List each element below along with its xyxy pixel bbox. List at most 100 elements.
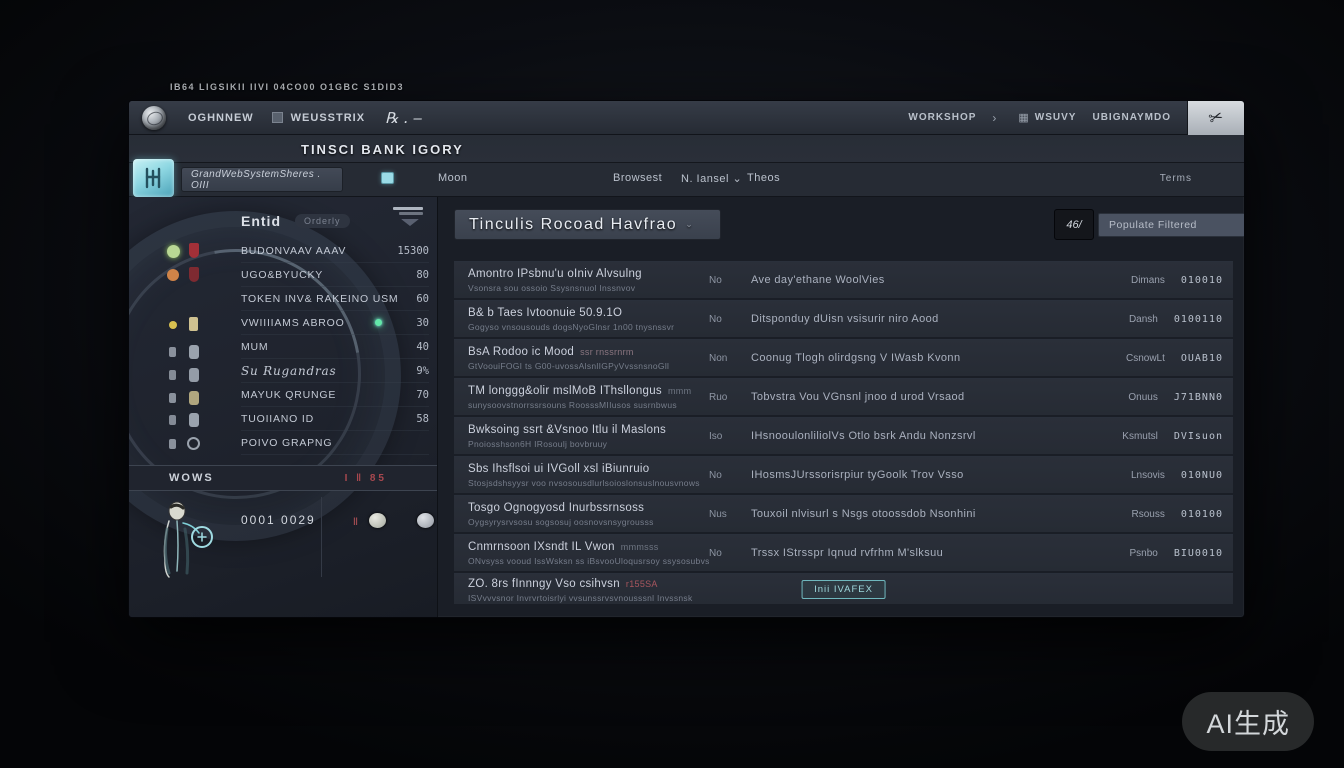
app-window: OGHNNEW WEUSSTRIX ℞ . ‒ WORKSHOP › ▦ WSU… — [128, 100, 1245, 618]
checkbox-icon[interactable] — [381, 172, 394, 184]
nav-item-moon[interactable]: Moon — [438, 172, 468, 184]
titlebar: OGHNNEW WEUSSTRIX ℞ . ‒ WORKSHOP › ▦ WSU… — [129, 101, 1244, 135]
sidebar-item-value: 15300 — [397, 245, 429, 257]
table-row[interactable]: Sbs Ihsflsoi ui IVGoll xsl iBiunruioStos… — [454, 456, 1233, 493]
row-tag: Non — [709, 353, 751, 364]
card-divider — [321, 497, 322, 577]
profile-card[interactable]: 0001 0029 ‖ — [129, 491, 437, 587]
row-id: 010NU0 — [1181, 470, 1223, 481]
section-label: WOWS — [169, 472, 214, 484]
table-row[interactable]: Cnmrnsoon IXsndt IL Vwonmmmsss ONvsyss vo… — [454, 534, 1233, 571]
row-id: 010010 — [1181, 275, 1223, 286]
row-subtitle: Gogyso vnsousouds dogsNyoGlnsr 1n00 tnys… — [468, 322, 709, 332]
row-tag: No — [709, 314, 751, 325]
nav-item-browse[interactable]: Browsest — [613, 172, 662, 184]
row-title: Tosgo Ognogyosd Inurbssrnsoss — [468, 502, 709, 514]
sidebar-item-7[interactable]: MAYUK QRUNGE 70 — [241, 383, 429, 407]
brand-logo-icon[interactable] — [133, 159, 174, 197]
main-content: Tinculis Rocoad Havfrao ⌄ 46/ CHEKS BALA… — [454, 197, 1233, 618]
menu-stack-icon[interactable] — [393, 205, 423, 226]
row-id: DVIsuon — [1174, 431, 1223, 442]
chevron-right-icon[interactable]: › — [992, 111, 996, 125]
square-icon — [272, 112, 283, 123]
row-description: Touxoil nlvisurl s Nsgs otoossdob Nsonhi… — [751, 508, 1028, 520]
menu-item-1[interactable]: OGHNNEW — [188, 112, 254, 124]
sidebar-item-4[interactable]: VWIIIIAMS ABROO 30 — [241, 311, 429, 335]
menu-item-2[interactable]: WEUSSTRIX — [291, 112, 365, 124]
row-description: Coonug Tlogh olirdgsng V IWasb Kvonn — [751, 352, 1028, 364]
row-status: Rsouss — [1132, 509, 1165, 520]
row-title: Cnmrnsoon IXsndt IL Vwonmmmsss — [468, 541, 709, 553]
row-status: Lnsovis — [1131, 470, 1165, 481]
sidebar-item-value: 58 — [416, 413, 429, 425]
sidebar-item-label: VWIIIIAMS ABROO — [241, 317, 375, 329]
app-globe-icon — [142, 106, 166, 130]
sidebar-item-8[interactable]: TUOIIANO ID 58 — [241, 407, 429, 431]
row-tag: Nus — [709, 509, 751, 520]
nav-bar: GrandWebSystemSheres . OIII Moon Browses… — [129, 163, 1244, 197]
table-row[interactable]: Tosgo Ognogyosd InurbssrnsossOygsyrysrvs… — [454, 495, 1233, 532]
row-tag: No — [709, 470, 751, 481]
online-dot-icon — [375, 319, 382, 326]
row-subtitle: sunysoovstnorrssrsouns RoosssMIIusos sus… — [468, 400, 709, 410]
upgrade-button[interactable]: UBIGNAYMDO — [1092, 112, 1171, 123]
row-subtitle: ISVvvvsnor Invrvrtoisrlyi vvsunssrvsvnou… — [468, 593, 709, 603]
table-row-last[interactable]: ZO. 8rs fInnngy Vso csihvsnr155SAISVvvvs… — [454, 573, 1233, 604]
table-row[interactable]: B& b Taes Ivtoonuie 50.9.1O Gogyso vnsous… — [454, 300, 1233, 337]
table-row[interactable]: Bwksoing ssrt &Vsnoo Itlu il MaslonsPnoi… — [454, 417, 1233, 454]
sidebar-item-9[interactable]: POIVO GRAPNG — [241, 431, 429, 455]
row-status: Dimans — [1131, 275, 1165, 286]
table-row[interactable]: TM longgg&olir mslMoB IThsllongusmmm suny… — [454, 378, 1233, 415]
sidebar-item-label: UGO&BYUCKY — [241, 269, 408, 281]
sidebar-item-label: TUOIIANO ID — [241, 413, 408, 425]
sidebar-list: BUDONVAAV AAAV15300 UGO&BYUCKY80 TOKEN I… — [241, 239, 429, 455]
row-title: BsA Rodoo ic Moodssr rnssrnrm — [468, 346, 709, 358]
red-mark-icon: ‖ — [353, 517, 358, 528]
sidebar-item-6[interactable]: Su Rugandras9% — [241, 359, 429, 383]
close-button[interactable]: ✂ — [1187, 101, 1244, 135]
row-id: OUAB10 — [1181, 353, 1223, 364]
load-more-button[interactable]: Inii IVAFEX — [801, 580, 886, 599]
row-tag: Ruo — [709, 392, 751, 403]
close-scissors-icon: ✂ — [1206, 106, 1226, 129]
table-row[interactable]: Amontro IPsbnu'u oIniv AlvsulngVsonsra s… — [454, 261, 1233, 298]
row-title: B& b Taes Ivtoonuie 50.9.1O — [468, 307, 709, 319]
subheader: TINSCI BANK IGORY — [129, 135, 1244, 163]
sidebar-item-value: 40 — [416, 341, 429, 353]
row-title: TM longgg&olir mslMoB IThsllongusmmm — [468, 385, 709, 397]
sidebar-item-value: 9% — [416, 365, 429, 377]
sidebar-item-3[interactable]: TOKEN INV& RAKEINO USM60 — [241, 287, 429, 311]
filter-input[interactable] — [1098, 213, 1245, 237]
row-id: 0100110 — [1174, 314, 1223, 325]
sidebar-item-value: 70 — [416, 389, 429, 401]
sidebar-header-pill[interactable]: Orderly — [295, 214, 350, 228]
nav-item-theos[interactable]: Theos — [747, 172, 780, 184]
row-description: Trssx IStrsspr Iqnud rvfrhm M'slksuu — [751, 547, 1028, 559]
sidebar-item-1[interactable]: BUDONVAAV AAAV15300 — [241, 239, 429, 263]
wallet-button[interactable]: WSUVY — [1035, 112, 1077, 123]
row-status: Psnbo — [1129, 548, 1157, 559]
sidebar-item-label: MAYUK QRUNGE — [241, 389, 408, 401]
sidebar-item-value: 30 — [416, 317, 429, 329]
workshop-button[interactable]: WORKSHOP — [908, 112, 976, 123]
desktop-strip-text: IB64 LIGSIKII IIVI 04CO00 O1GBC S1DID3 — [170, 82, 404, 92]
sidebar-item-5[interactable]: MUM40 — [241, 335, 429, 359]
terms-link[interactable]: Terms — [1160, 173, 1192, 184]
row-status: Dansh — [1129, 314, 1158, 325]
sidebar-item-value: 60 — [416, 293, 429, 305]
row-status: Ksmutsl — [1122, 431, 1158, 442]
account-selector[interactable]: GrandWebSystemSheres . OIII — [181, 167, 343, 192]
page-count-button[interactable]: 46/ — [1054, 209, 1094, 240]
nav-item-iansel[interactable]: N. Iansel ⌄ — [681, 172, 742, 185]
table-row[interactable]: BsA Rodoo ic Moodssr rnssrnrmGtVoouiFOGI… — [454, 339, 1233, 376]
coin-badge-icon[interactable] — [417, 513, 434, 528]
row-subtitle: Pnoiosshson6H IRosoulj bovbruuy — [468, 439, 709, 449]
sidebar-item-2[interactable]: UGO&BYUCKY80 — [241, 263, 429, 287]
sidebar: Entid Orderly BUDONVAAV AAAV15300 UGO&BY… — [129, 197, 438, 618]
row-id: J71BNN0 — [1174, 392, 1223, 403]
sidebar-section-header: WOWS I ‖ 85 — [129, 465, 437, 491]
medal-badge-icon[interactable] — [369, 513, 386, 528]
row-subtitle: ONvsyss vooud IssWsksn ss iBsvooUloqusrs… — [468, 556, 709, 566]
sidebar-header: Entid — [241, 213, 281, 229]
account-name: GrandWebSystemSheres . OIII — [191, 169, 342, 191]
